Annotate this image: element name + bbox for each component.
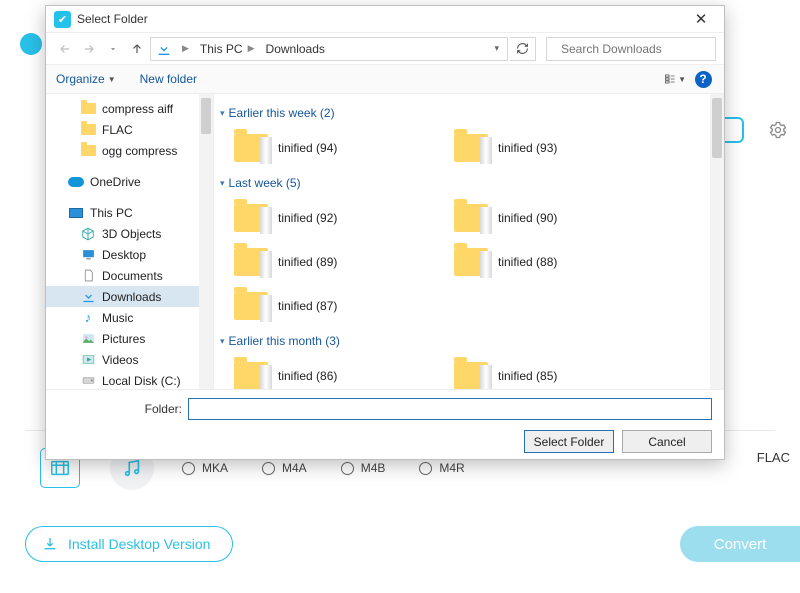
folder-item[interactable]: tinified (89): [220, 240, 440, 284]
crumb-downloads[interactable]: Downloads: [264, 42, 327, 56]
folder-item[interactable]: tinified (90): [440, 196, 660, 240]
folder-icon: [454, 204, 488, 232]
folder-item[interactable]: tinified (92): [220, 196, 440, 240]
folder-name-input[interactable]: [188, 398, 712, 420]
format-label: M4A: [282, 461, 307, 475]
select-folder-dialog: ✔ Select Folder ✕ ▶ This PC▶ Downloads ▾…: [45, 5, 725, 460]
forward-button[interactable]: [78, 38, 100, 60]
format-m4b[interactable]: M4B: [341, 461, 386, 475]
install-desktop-button[interactable]: Install Desktop Version: [25, 526, 233, 562]
folder-item[interactable]: tinified (85): [440, 354, 660, 389]
help-icon[interactable]: ?: [692, 68, 714, 90]
folder-item[interactable]: tinified (87): [220, 284, 440, 328]
format-label: M4B: [361, 461, 386, 475]
folder-icon: [454, 134, 488, 162]
folder-icon: [234, 204, 268, 232]
folder-icon: [454, 362, 488, 389]
folder-icon: [234, 292, 268, 320]
bg-accent-circle: [20, 33, 42, 55]
nav-row: ▶ This PC▶ Downloads ▾: [46, 32, 724, 64]
settings-icon[interactable]: [768, 120, 788, 140]
convert-label: Convert: [714, 536, 767, 553]
dialog-footer: Folder: Select Folder Cancel: [46, 389, 724, 459]
folder-icon: [234, 248, 268, 276]
folder-item[interactable]: tinified (94): [220, 126, 440, 170]
group-header[interactable]: ▾Last week (5): [220, 176, 710, 190]
tree-node[interactable]: ogg compress: [46, 140, 213, 161]
app-icon: ✔: [54, 11, 71, 28]
up-button[interactable]: [126, 38, 148, 60]
tree-scrollbar[interactable]: [199, 94, 213, 389]
format-m4a[interactable]: M4A: [262, 461, 307, 475]
recent-dropdown-icon[interactable]: [102, 38, 124, 60]
content-scrollbar[interactable]: [710, 94, 724, 389]
view-options-icon[interactable]: ▼: [664, 68, 686, 90]
tree-node[interactable]: Downloads: [46, 286, 213, 307]
search-box[interactable]: [546, 37, 716, 61]
folder-content[interactable]: ▾Earlier this week (2)tinified (94)tinif…: [214, 94, 724, 389]
folder-field-label: Folder:: [58, 402, 188, 416]
toolbar: Organize▼ New folder ▼ ?: [46, 64, 724, 94]
folder-item[interactable]: tinified (86): [220, 354, 440, 389]
select-folder-button[interactable]: Select Folder: [524, 430, 614, 453]
format-mka[interactable]: MKA: [182, 461, 228, 475]
tree-node[interactable]: compress aiff: [46, 98, 213, 119]
crumb-this-pc[interactable]: This PC▶: [198, 42, 260, 56]
folder-icon: [454, 248, 488, 276]
address-bar[interactable]: ▶ This PC▶ Downloads ▾: [150, 37, 508, 61]
format-label: M4R: [439, 461, 464, 475]
folder-item[interactable]: tinified (93): [440, 126, 660, 170]
folder-icon: [234, 134, 268, 162]
tree-node[interactable]: Pictures: [46, 328, 213, 349]
tree-node[interactable]: This PC: [46, 202, 213, 223]
convert-button[interactable]: Convert: [680, 526, 800, 562]
address-dropdown-icon[interactable]: ▾: [490, 43, 503, 54]
back-button[interactable]: [54, 38, 76, 60]
downloads-path-icon: [155, 40, 173, 58]
dialog-title: Select Folder: [77, 12, 686, 26]
refresh-button[interactable]: [510, 37, 536, 61]
group-header[interactable]: ▾Earlier this month (3): [220, 334, 710, 348]
tree-node[interactable]: ♪Music: [46, 307, 213, 328]
install-label: Install Desktop Version: [68, 536, 210, 552]
organize-menu[interactable]: Organize▼: [56, 72, 116, 86]
group-header[interactable]: ▾Earlier this week (2): [220, 106, 710, 120]
tree-node[interactable]: Documents: [46, 265, 213, 286]
search-input[interactable]: [559, 41, 718, 57]
close-icon[interactable]: ✕: [686, 10, 716, 28]
tree-node[interactable]: Videos: [46, 349, 213, 370]
folder-tree[interactable]: compress aiffFLACogg compress OneDrive Thi…: [46, 94, 214, 389]
tree-node[interactable]: Desktop: [46, 244, 213, 265]
new-folder-button[interactable]: New folder: [140, 72, 197, 86]
folder-item[interactable]: tinified (88): [440, 240, 660, 284]
tree-node[interactable]: 3D Objects: [46, 223, 213, 244]
format-label: MKA: [202, 461, 228, 475]
tree-node[interactable]: Local Disk (C:): [46, 370, 213, 389]
cancel-button[interactable]: Cancel: [622, 430, 712, 453]
format-m4r[interactable]: M4R: [419, 461, 464, 475]
tree-node[interactable]: FLAC: [46, 119, 213, 140]
titlebar: ✔ Select Folder ✕: [46, 6, 724, 32]
folder-icon: [234, 362, 268, 389]
crumb-root-sep[interactable]: ▶: [177, 43, 194, 54]
tree-node[interactable]: OneDrive: [46, 171, 213, 192]
